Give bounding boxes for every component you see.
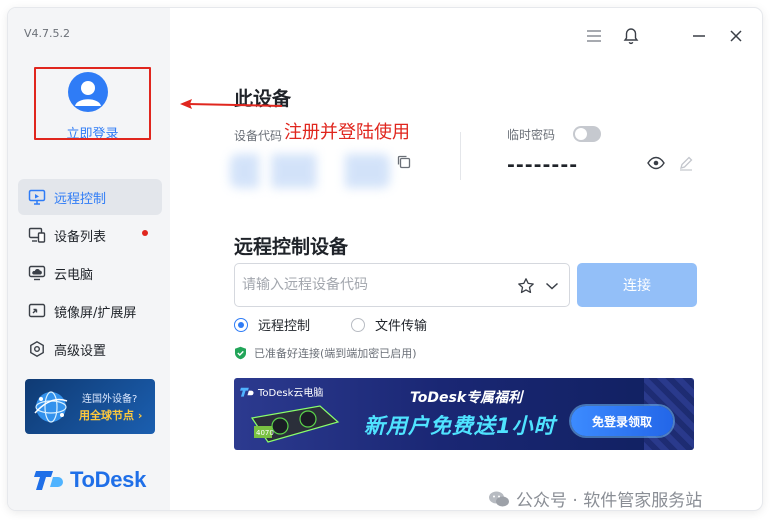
brand-logo: ToDesk <box>34 467 146 493</box>
remote-code-input-wrap <box>234 263 570 307</box>
annotation-highlight-box <box>34 67 151 140</box>
minimize-icon[interactable] <box>687 24 711 48</box>
star-icon[interactable] <box>515 275 537 297</box>
temp-password-value: -------- <box>507 154 579 176</box>
remote-control-icon <box>27 187 47 207</box>
connection-status: 已准备好连接(端到端加密已启用) <box>234 345 417 361</box>
eye-icon[interactable] <box>647 155 665 174</box>
toolbar-divider <box>656 24 674 48</box>
bell-icon[interactable] <box>619 24 643 48</box>
sidebar-item-remote-control[interactable]: 远程控制 <box>18 179 162 215</box>
promo-line-2: 用全球节点 › <box>79 409 143 422</box>
advanced-settings-icon <box>27 339 47 359</box>
sidebar-item-label: 远程控制 <box>54 191 107 207</box>
sidebar-item-label: 高级设置 <box>54 343 107 359</box>
globe-icon <box>34 391 68 423</box>
close-icon[interactable] <box>724 24 748 48</box>
option-file-transfer[interactable]: 文件传输 <box>351 315 427 334</box>
temp-password-label: 临时密码 <box>507 128 556 142</box>
remote-control-title: 远程控制设备 <box>234 236 349 258</box>
graphics-card-icon: 4070 <box>250 405 340 443</box>
gpu-label: 4070 <box>256 429 274 437</box>
device-code-label: 设备代码 <box>234 129 283 143</box>
cloud-pc-promo-banner[interactable]: ToDesk云电脑 4070 ToDesk专属福利 新用户免费送1小时 免登录领… <box>234 378 694 450</box>
global-node-promo[interactable]: 连国外设备? 用全球节点 › <box>25 379 155 434</box>
claim-button[interactable]: 免登录领取 <box>571 406 673 436</box>
wechat-icon <box>489 491 509 506</box>
version-label: V4.7.5.2 <box>24 27 71 40</box>
temp-password-toggle[interactable] <box>573 126 601 142</box>
window-controls <box>582 24 748 48</box>
notification-dot <box>142 230 148 236</box>
annotation-text: 注册并登陆使用 <box>284 122 410 143</box>
chevron-down-icon[interactable] <box>541 275 563 297</box>
sidebar-nav: 远程控制 设备列表 云电脑 镜像屏/扩展屏 高级设置 <box>18 179 162 369</box>
sidebar-item-label: 设备列表 <box>54 229 107 245</box>
section-divider <box>460 132 461 180</box>
remote-code-input[interactable] <box>235 264 507 306</box>
promo-line-1: 连国外设备? <box>82 394 138 405</box>
sidebar: V4.7.5.2 立即登录 远程控制 设备列表 云电脑 镜像屏/扩展屏 高级设置… <box>8 8 170 510</box>
radio-selected[interactable] <box>234 317 248 332</box>
banner-headline: ToDesk专属福利 <box>410 390 523 406</box>
banner-offer-text: 新用户免费送1小时 <box>364 414 556 438</box>
shield-check-icon <box>235 346 246 360</box>
sidebar-item-advanced-settings[interactable]: 高级设置 <box>18 331 162 367</box>
todesk-logo-icon <box>34 471 63 490</box>
sidebar-item-mirror-screen[interactable]: 镜像屏/扩展屏 <box>18 293 162 329</box>
device-code-value-blurred <box>230 154 390 188</box>
option-remote-control[interactable]: 远程控制 <box>234 315 310 334</box>
brand-name: ToDesk <box>70 467 147 492</box>
cloud-pc-icon <box>27 263 47 283</box>
sidebar-item-device-list[interactable]: 设备列表 <box>18 217 162 253</box>
banner-brand-text: ToDesk云电脑 <box>258 388 324 399</box>
option-label: 远程控制 <box>258 319 311 334</box>
edit-pencil-icon[interactable] <box>678 155 694 175</box>
todesk-window: V4.7.5.2 立即登录 远程控制 设备列表 云电脑 镜像屏/扩展屏 高级设置… <box>8 8 762 510</box>
radio-unselected[interactable] <box>351 317 365 332</box>
device-list-icon <box>27 225 47 245</box>
watermark-text: 公众号 · 软件管家服务站 <box>516 491 703 510</box>
menu-icon[interactable] <box>582 24 606 48</box>
copy-icon[interactable] <box>396 154 412 174</box>
sidebar-item-cloud-pc[interactable]: 云电脑 <box>18 255 162 291</box>
wechat-watermark: 公众号 · 软件管家服务站 <box>488 486 702 510</box>
mirror-screen-icon <box>27 301 47 321</box>
status-text: 已准备好连接(端到端加密已启用) <box>254 347 417 360</box>
banner-brand: ToDesk云电脑 <box>240 384 323 399</box>
sidebar-item-label: 云电脑 <box>54 267 94 283</box>
option-label: 文件传输 <box>375 319 428 334</box>
sidebar-item-label: 镜像屏/扩展屏 <box>54 305 137 321</box>
connect-button[interactable]: 连接 <box>577 263 697 307</box>
annotation-arrow-icon <box>180 99 283 109</box>
todesk-logo-icon <box>240 387 254 397</box>
